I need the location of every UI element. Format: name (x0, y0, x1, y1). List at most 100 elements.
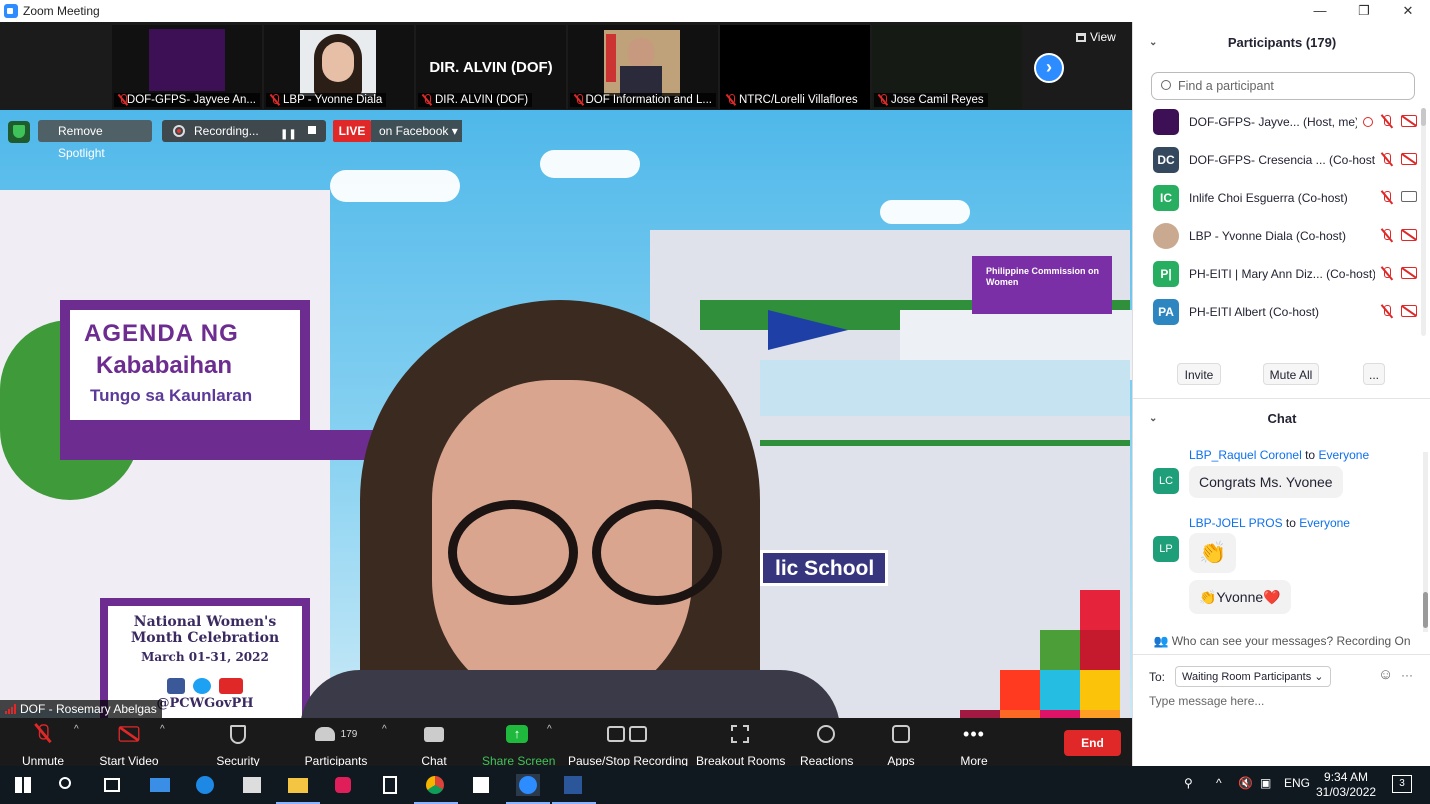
slack-icon[interactable] (332, 774, 356, 796)
audio-options-caret[interactable]: ^ (74, 724, 79, 735)
zoom-taskbar-icon[interactable] (506, 774, 550, 804)
avatar (1153, 223, 1179, 249)
youtube-icon (219, 678, 243, 694)
thumbnail-tile[interactable]: NTRC/Lorelli Villaflores (720, 25, 870, 109)
more-button[interactable]: ••• More (956, 722, 992, 769)
participant-row[interactable]: DOF-GFPS- Jayve... (Host, me) (1153, 108, 1417, 136)
breakout-rooms-button[interactable]: Breakout Rooms (696, 722, 785, 768)
reactions-button[interactable]: Reactions (800, 722, 853, 768)
pause-stop-recording-button[interactable]: Pause/Stop Recording (568, 722, 688, 768)
avatar: LP (1153, 536, 1179, 562)
sticky-notes-icon[interactable] (470, 774, 494, 796)
stop-icon (629, 726, 647, 742)
chat-privacy-notice[interactable]: 👥 Who can see your messages? Recording O… (1133, 634, 1430, 648)
participant-name: LBP - Yvonne Diala (Co-host) (1189, 229, 1346, 243)
chat-message-input[interactable]: Type message here... (1149, 694, 1264, 708)
volume-muted-icon[interactable]: 🔇 (1238, 776, 1253, 790)
mute-all-button[interactable]: Mute All (1263, 363, 1319, 385)
video-off-icon (1401, 153, 1417, 165)
recording-indicator: Recording... ❚❚ (162, 120, 326, 142)
clock[interactable]: 9:34 AM 31/03/2022 (1316, 770, 1376, 800)
view-button[interactable]: View (1076, 30, 1116, 44)
windows-start-icon[interactable] (12, 774, 36, 796)
mic-muted-icon (574, 94, 584, 106)
video-options-caret[interactable]: ^ (160, 724, 165, 735)
mail-icon[interactable] (148, 774, 172, 796)
mic-muted-icon (1381, 191, 1393, 205)
invite-button[interactable]: Invite (1177, 363, 1221, 385)
chrome-icon[interactable] (414, 774, 458, 804)
participants-title: Participants (179) (1227, 35, 1337, 50)
thumbnail-tile[interactable]: DIR. ALVIN (DOF) DIR. ALVIN (DOF) (416, 25, 566, 109)
edge-icon[interactable] (194, 774, 218, 796)
collapse-participants-chevron-icon[interactable]: ⌄ (1149, 28, 1157, 58)
start-video-button[interactable]: Start Video (96, 722, 162, 768)
share-screen-button[interactable]: ↑ Share Screen (482, 722, 555, 768)
show-hidden-icons[interactable]: ^ (1216, 776, 1222, 790)
search-icon[interactable] (56, 774, 80, 796)
agenda-sign: AGENDA NG Kababaihan Tungo sa Kaunlaran (60, 300, 310, 430)
sdg-blocks (960, 590, 1132, 718)
thumbnail-tile[interactable]: DOF-GFPS- Jayvee An... (112, 25, 262, 109)
pause-icon (607, 726, 625, 742)
video-off-icon (118, 726, 140, 742)
active-speaker-name: DOF - Rosemary Abelgas (0, 700, 162, 718)
participants-button[interactable]: 179 Participants (302, 722, 370, 768)
mic-muted-icon (1381, 267, 1393, 281)
zoom-logo-icon (4, 4, 18, 18)
security-button[interactable]: Security (212, 722, 264, 768)
emoji-icon[interactable]: ☺ (1378, 666, 1393, 683)
participant-row[interactable]: LBP - Yvonne Diala (Co-host) (1153, 222, 1417, 250)
participant-row[interactable]: DC DOF-GFPS- Cresencia ... (Co-host) (1153, 146, 1417, 174)
task-view-icon[interactable] (100, 774, 124, 796)
word-icon[interactable] (552, 774, 596, 804)
collapse-chat-chevron-icon[interactable]: ⌄ (1149, 404, 1157, 434)
chat-more-button[interactable]: ··· (1401, 668, 1413, 682)
participant-row[interactable]: P| PH-EITI | Mary Ann Diz... (Co-host) (1153, 260, 1417, 288)
apps-button[interactable]: Apps (884, 722, 918, 768)
people-tray-icon[interactable]: ⚲ (1184, 776, 1193, 790)
chat-sender[interactable]: LBP-JOEL PROS (1189, 516, 1283, 530)
maximize-button[interactable]: ❐ (1342, 0, 1386, 22)
thumbnail-tile[interactable]: Jose Camil Reyes (872, 25, 1022, 109)
stop-recording-button[interactable] (308, 126, 316, 134)
participants-more-button[interactable]: ... (1363, 363, 1385, 385)
chat-message: Congrats Ms. Yvonee (1189, 466, 1343, 498)
chat-sender[interactable]: LBP_Raquel Coronel (1189, 448, 1302, 462)
close-button[interactable]: ✕ (1386, 0, 1430, 22)
chat-title: Chat (1267, 411, 1297, 426)
participants-options-caret[interactable]: ^ (382, 724, 387, 735)
share-options-caret[interactable]: ^ (547, 724, 552, 735)
people-icon: 👥 (1153, 634, 1172, 648)
end-meeting-button[interactable]: End (1064, 730, 1121, 756)
language-indicator[interactable]: ENG (1284, 776, 1310, 790)
more-icon: ••• (963, 723, 985, 744)
recipient-select[interactable]: Waiting Room Participants ⌄ (1175, 666, 1331, 687)
chat-scrollbar[interactable] (1423, 452, 1428, 632)
participants-icon (314, 727, 335, 741)
live-on-facebook-dropdown[interactable]: on Facebook ▾ (371, 120, 462, 142)
minimize-button[interactable]: — (1298, 0, 1342, 22)
thumbnail-tile[interactable]: LBP - Yvonne Diala (264, 25, 414, 109)
participants-scrollbar[interactable] (1421, 108, 1426, 336)
thumbnail-tile[interactable]: DOF Information and L... (568, 25, 718, 109)
pause-recording-button[interactable]: ❚❚ (280, 124, 297, 140)
twitter-icon (193, 678, 211, 694)
chat-button[interactable]: Chat (416, 722, 452, 768)
store-icon[interactable] (240, 774, 264, 796)
notifications-icon[interactable]: 3 (1392, 775, 1412, 793)
participant-row[interactable]: IC Inlife Choi Esguerra (Co-host) (1153, 184, 1417, 212)
calculator-icon[interactable] (378, 774, 402, 796)
participant-row[interactable]: PA PH-EITI Albert (Co-host) (1153, 298, 1417, 326)
participant-search-input[interactable]: Find a participant (1151, 72, 1415, 100)
shield-icon (230, 724, 246, 744)
file-explorer-icon[interactable] (276, 774, 320, 804)
mic-muted-icon (1381, 305, 1393, 319)
mic-muted-icon (270, 94, 280, 106)
remove-spotlight-button[interactable]: Remove Spotlight (38, 120, 152, 160)
next-page-button[interactable]: › (1034, 53, 1064, 83)
unmute-button[interactable]: Unmute (16, 722, 70, 768)
network-icon[interactable]: ▣ (1260, 776, 1271, 790)
school-sign: lic School (760, 550, 888, 586)
participant-name: PH-EITI | Mary Ann Diz... (Co-host) (1189, 267, 1375, 281)
